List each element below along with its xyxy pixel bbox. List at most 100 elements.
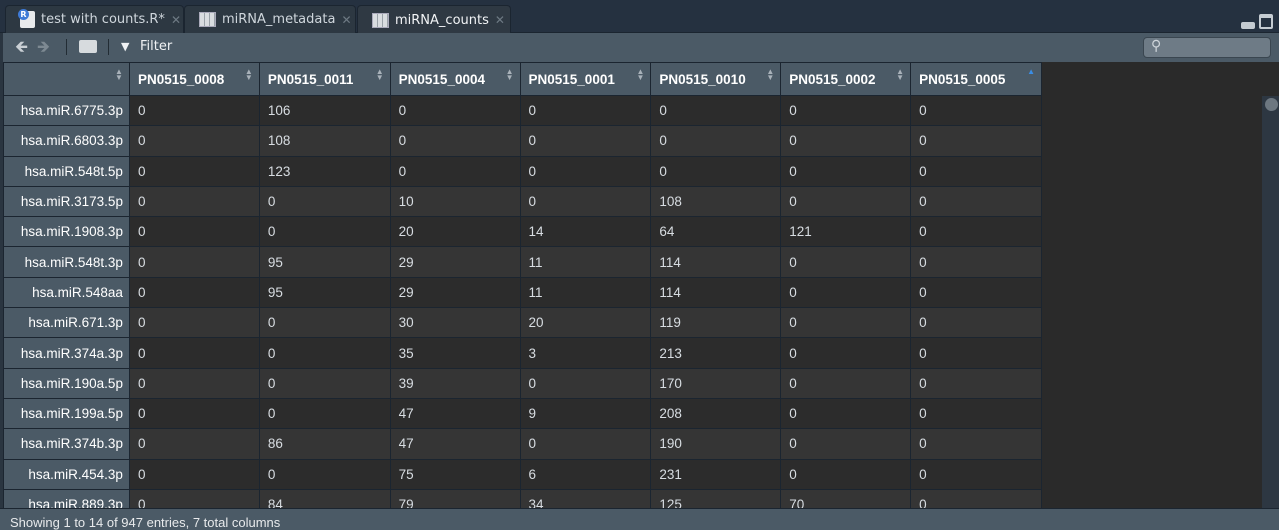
row-name: hsa.miR.1908.3p: [3, 216, 130, 248]
table-cell: 0: [910, 94, 1042, 127]
table-cell: 0: [780, 155, 912, 187]
table-cell: 0: [910, 276, 1042, 309]
entries-status: Showing 1 to 14 of 947 entries, 7 total …: [10, 515, 281, 530]
table-cell: 0: [128, 307, 260, 339]
table-cell: 0: [910, 397, 1042, 430]
table-cell: 213: [650, 337, 782, 369]
scrollbar-thumb[interactable]: [1265, 98, 1278, 111]
tab-mirna-counts[interactable]: miRNA_counts ✕: [357, 5, 511, 34]
table-cell: 0: [389, 155, 521, 187]
table-cell: 0: [128, 428, 260, 460]
table-cell: 0: [780, 276, 912, 309]
table-cell: 123: [258, 155, 391, 187]
back-arrow-icon[interactable]: 🡸: [15, 36, 28, 63]
forward-arrow-icon[interactable]: 🡺: [37, 36, 50, 63]
search-input[interactable]: ⚲: [1143, 37, 1271, 58]
popout-icon[interactable]: [79, 40, 97, 53]
row-name: hsa.miR.190a.5p: [3, 367, 130, 399]
vertical-scrollbar[interactable]: [1262, 96, 1279, 508]
sort-icon: ▲ ▼: [375, 67, 384, 82]
row-name-header[interactable]: ▲ ▼: [3, 62, 130, 96]
tab-test-with-counts[interactable]: test with counts.R* ✕: [5, 5, 184, 33]
table-cell: 0: [910, 125, 1042, 157]
column-header[interactable]: PN0515_0011 ▲ ▼: [258, 62, 391, 96]
table-cell: 0: [910, 367, 1042, 399]
close-tab-icon[interactable]: ✕: [341, 13, 351, 27]
table-cell: 0: [128, 125, 260, 157]
row-name: hsa.miR.671.3p: [3, 307, 130, 339]
table-cell: 0: [128, 337, 260, 369]
table-cell: 0: [519, 155, 652, 187]
table-cell: 0: [780, 337, 912, 369]
sort-icon: ▲ ▼: [896, 67, 905, 82]
tab-label: miRNA_metadata: [222, 12, 336, 27]
row-name: hsa.miR.374a.3p: [3, 337, 130, 369]
column-header[interactable]: PN0515_0001 ▲ ▼: [519, 62, 652, 96]
table-cell: 3: [519, 337, 652, 369]
column-header-sorted[interactable]: PN0515_0005 ▲: [910, 62, 1042, 96]
table-cell: 0: [128, 216, 260, 248]
table-cell: 29: [389, 276, 521, 309]
table-row: hsa.miR.671.3p 0 0 30 20 119 0 0: [3, 307, 1042, 339]
empty-grid-area: [1042, 62, 1279, 508]
table-cell: 0: [128, 458, 260, 490]
table-cell: 0: [910, 458, 1042, 490]
column-header[interactable]: PN0515_0010 ▲ ▼: [650, 62, 782, 96]
table-cell: 86: [258, 428, 391, 460]
filter-button[interactable]: Filter: [140, 39, 172, 54]
viewer-toolbar: 🡸 🡺 ▼ Filter ⚲: [3, 33, 1279, 62]
table-row: hsa.miR.199a.5p 0 0 47 9 208 0 0: [3, 397, 1042, 430]
table-cell: 20: [389, 216, 521, 248]
column-header[interactable]: PN0515_0004 ▲ ▼: [389, 62, 521, 96]
row-name: hsa.miR.374b.3p: [3, 428, 130, 460]
table-row: hsa.miR.548t.5p 0 123 0 0 0 0 0: [3, 155, 1042, 187]
table-cell: 0: [780, 185, 912, 218]
table-row: hsa.miR.548t.3p 0 95 29 11 114 0 0: [3, 246, 1042, 278]
table-cell: 11: [519, 246, 652, 278]
table-cell: 108: [650, 185, 782, 218]
table-cell: 0: [780, 94, 912, 127]
table-cell: 47: [389, 397, 521, 430]
table-cell: 0: [780, 367, 912, 399]
close-tab-icon[interactable]: ✕: [171, 13, 181, 27]
row-name: hsa.miR.548t.5p: [3, 155, 130, 187]
filter-icon[interactable]: ▼: [121, 40, 129, 53]
table-cell: 0: [910, 185, 1042, 218]
table-row: hsa.miR.6803.3p 0 108 0 0 0 0 0: [3, 125, 1042, 157]
sort-ascending-icon: ▲: [1027, 67, 1035, 76]
row-name: hsa.miR.454.3p: [3, 458, 130, 490]
table-row: hsa.miR.548aa 0 95 29 11 114 0 0: [3, 276, 1042, 309]
table-cell: 106: [258, 94, 391, 127]
table-cell: 0: [128, 276, 260, 309]
sort-icon: ▲ ▼: [244, 67, 253, 82]
r-script-icon: [18, 9, 35, 28]
table-cell: 95: [258, 276, 391, 309]
table-cell: 95: [258, 246, 391, 278]
minimize-pane-icon[interactable]: [1241, 22, 1255, 29]
column-header[interactable]: PN0515_0008 ▲ ▼: [128, 62, 260, 96]
maximize-pane-icon[interactable]: [1259, 14, 1273, 29]
table-cell: 0: [258, 367, 391, 399]
row-name: hsa.miR.548t.3p: [3, 246, 130, 278]
table-cell: 0: [519, 94, 652, 127]
table-cell: 20: [519, 307, 652, 339]
table-cell: 231: [650, 458, 782, 490]
table-cell: 0: [519, 185, 652, 218]
table-cell: 190: [650, 428, 782, 460]
table-cell: 0: [258, 307, 391, 339]
tab-mirna-metadata[interactable]: miRNA_metadata ✕: [184, 5, 356, 33]
table-cell: 0: [128, 488, 260, 508]
table-cell: 0: [910, 216, 1042, 248]
column-header[interactable]: PN0515_0002 ▲ ▼: [780, 62, 912, 96]
row-name: hsa.miR.3173.5p: [3, 185, 130, 218]
table-cell: 0: [519, 428, 652, 460]
table-cell: 75: [389, 458, 521, 490]
table-cell: 29: [389, 246, 521, 278]
close-tab-icon[interactable]: ✕: [495, 13, 505, 27]
tab-label: miRNA_counts: [395, 12, 489, 28]
table-cell: 0: [780, 307, 912, 339]
table-cell: 0: [780, 246, 912, 278]
table-cell: 0: [650, 94, 782, 127]
table-cell: 0: [128, 367, 260, 399]
table-cell: 0: [910, 307, 1042, 339]
